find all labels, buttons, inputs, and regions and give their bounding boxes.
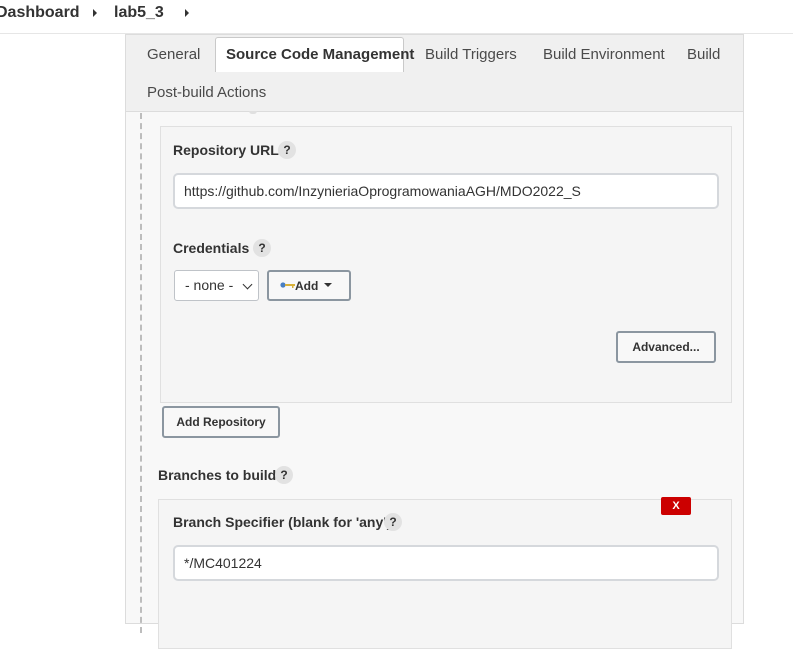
caret-down-icon <box>324 283 332 287</box>
breadcrumb: Dashboard lab5_3 <box>0 0 793 34</box>
section-divider <box>249 111 257 114</box>
breadcrumb-item-job[interactable]: lab5_3 <box>114 4 164 22</box>
advanced-button[interactable]: Advanced... <box>616 331 716 363</box>
add-repository-button[interactable]: Add Repository <box>162 406 280 438</box>
tab-post-build-actions[interactable]: Post-build Actions <box>147 84 266 101</box>
tab-build-triggers[interactable]: Build Triggers <box>425 46 517 63</box>
repository-block: Repository URL ? https://github.com/Inzy… <box>160 126 732 403</box>
help-icon[interactable]: ? <box>384 513 402 531</box>
help-icon[interactable]: ? <box>275 466 293 484</box>
section-guide-line <box>140 113 142 633</box>
tab-bar: General Source Code Management Build Tri… <box>126 35 743 112</box>
delete-branch-button[interactable]: X <box>661 497 691 515</box>
tab-build-environment[interactable]: Build Environment <box>543 46 665 63</box>
branches-to-build-label: Branches to build <box>158 467 277 483</box>
help-icon[interactable]: ? <box>278 141 296 159</box>
key-icon <box>280 282 295 288</box>
chevron-right-icon[interactable] <box>93 9 97 17</box>
breadcrumb-item-dashboard[interactable]: Dashboard <box>0 4 80 22</box>
repository-url-label: Repository URL <box>173 142 279 158</box>
branch-specifier-input[interactable]: */MC401224 <box>173 545 719 581</box>
tab-build[interactable]: Build <box>687 46 720 63</box>
chevron-down-icon <box>242 279 253 290</box>
help-icon[interactable]: ? <box>253 239 271 257</box>
branch-specifier-label: Branch Specifier (blank for 'any') <box>173 514 392 530</box>
credentials-label: Credentials <box>173 240 250 256</box>
add-credentials-button[interactable]: Add <box>267 270 351 301</box>
credentials-selected-value: - none - <box>185 277 234 293</box>
tab-source-code-management[interactable]: Source Code Management <box>215 37 414 72</box>
credentials-select[interactable]: - none - <box>174 270 259 301</box>
config-panel: General Source Code Management Build Tri… <box>125 34 744 649</box>
tab-general[interactable]: General <box>147 46 200 63</box>
branch-block: Branch Specifier (blank for 'any') ? */M… <box>158 499 732 649</box>
chevron-right-icon[interactable] <box>185 9 189 17</box>
add-button-label: Add <box>295 279 319 293</box>
repository-url-input[interactable]: https://github.com/InzynieriaOprogramowa… <box>173 173 719 209</box>
